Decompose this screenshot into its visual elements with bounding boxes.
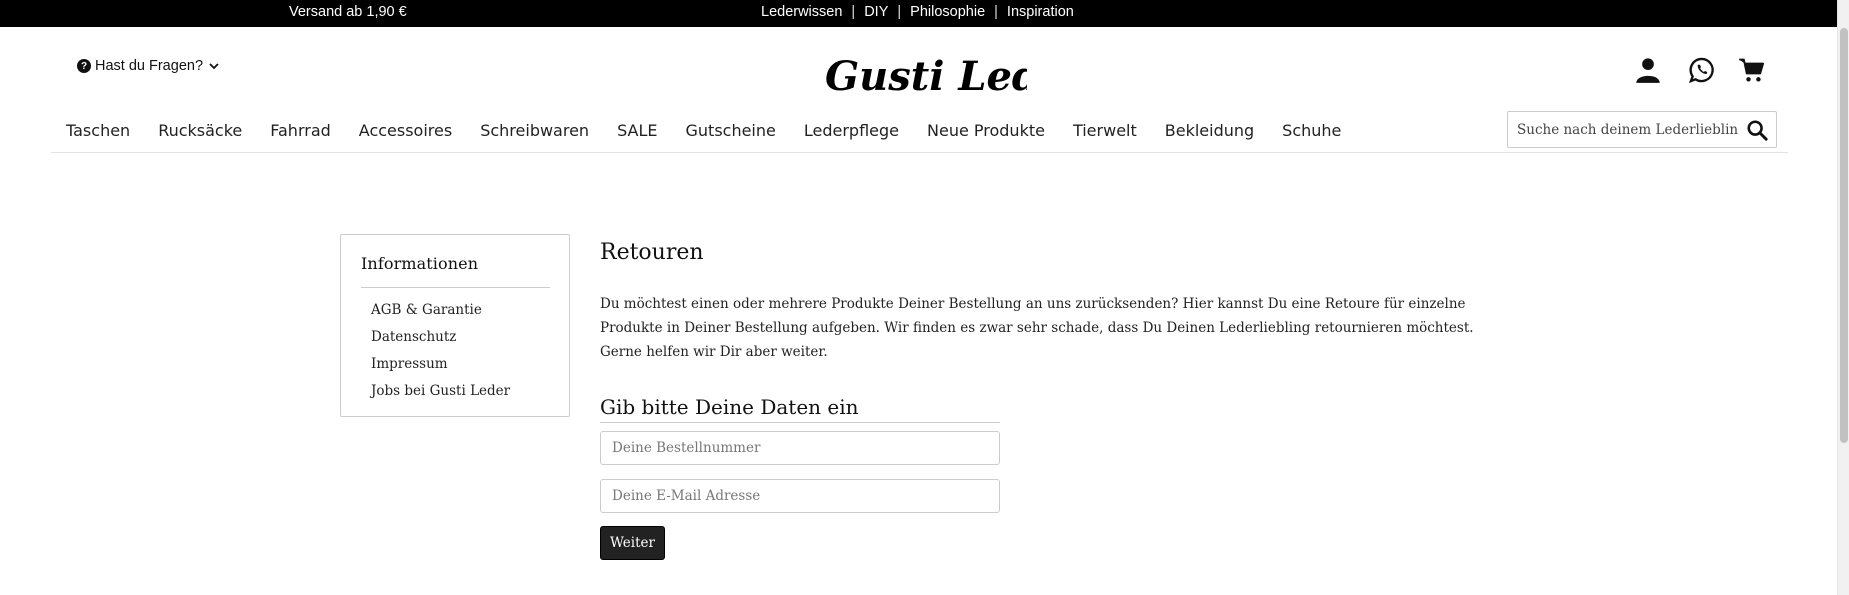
nav-item-fahrrad[interactable]: Fahrrad bbox=[270, 121, 331, 140]
sidebar-item-datenschutz[interactable]: Datenschutz bbox=[371, 324, 510, 351]
email-field bbox=[600, 479, 1000, 513]
shipping-info: Versand ab 1,90 € bbox=[289, 4, 407, 20]
info-sidebar: Informationen AGB & Garantie Datenschutz… bbox=[340, 234, 570, 417]
sidebar-item-impressum[interactable]: Impressum bbox=[371, 351, 510, 378]
whatsapp-icon[interactable] bbox=[1688, 56, 1716, 84]
nav-item-rucksaecke[interactable]: Rucksäcke bbox=[158, 121, 242, 140]
main-nav: Taschen Rucksäcke Fahrrad Accessoires Sc… bbox=[66, 121, 1341, 140]
nav-item-lederpflege[interactable]: Lederpflege bbox=[804, 121, 899, 140]
top-link-separator: | bbox=[994, 4, 998, 20]
top-link-lederwissen[interactable]: Lederwissen bbox=[761, 4, 842, 20]
top-links: Lederwissen | DIY | Philosophie | Inspir… bbox=[761, 4, 1074, 20]
nav-item-neue-produkte[interactable]: Neue Produkte bbox=[927, 121, 1045, 140]
sidebar-item-jobs[interactable]: Jobs bei Gusti Leder bbox=[371, 378, 510, 405]
page-scrollbar[interactable] bbox=[1837, 0, 1849, 595]
top-link-separator: | bbox=[851, 4, 856, 20]
top-link-inspiration[interactable]: Inspiration bbox=[1007, 4, 1074, 20]
nav-item-sale[interactable]: SALE bbox=[617, 121, 657, 140]
returns-content: Retouren Du möchtest einen oder mehrere … bbox=[600, 240, 1500, 560]
order-number-input[interactable] bbox=[601, 432, 999, 464]
sidebar-title: Informationen bbox=[361, 254, 479, 273]
search-box bbox=[1507, 111, 1777, 148]
nav-item-schreibwaren[interactable]: Schreibwaren bbox=[480, 121, 589, 140]
search-icon[interactable] bbox=[1746, 119, 1768, 141]
top-link-separator: | bbox=[897, 4, 902, 20]
nav-divider bbox=[51, 152, 1788, 153]
nav-item-taschen[interactable]: Taschen bbox=[66, 121, 130, 140]
gusti-leder-logo[interactable]: Gusti Leder bbox=[823, 46, 1027, 102]
sidebar-list: AGB & Garantie Datenschutz Impressum Job… bbox=[371, 297, 510, 405]
chevron-down-icon bbox=[207, 59, 221, 73]
sidebar-divider bbox=[361, 287, 550, 288]
nav-item-schuhe[interactable]: Schuhe bbox=[1282, 121, 1341, 140]
top-link-philosophie[interactable]: Philosophie bbox=[910, 4, 985, 20]
help-dropdown[interactable]: ? Hast du Fragen? bbox=[77, 58, 221, 74]
logo-text: Gusti Leder bbox=[825, 53, 1027, 100]
order-number-field bbox=[600, 431, 1000, 465]
scrollbar-thumb[interactable] bbox=[1840, 28, 1848, 443]
top-bar: Versand ab 1,90 € Lederwissen | DIY | Ph… bbox=[0, 0, 1849, 27]
help-label: Hast du Fragen? bbox=[95, 58, 204, 74]
form-title: Gib bitte Deine Daten ein bbox=[600, 395, 859, 419]
question-circle-icon: ? bbox=[77, 59, 91, 73]
nav-item-accessoires[interactable]: Accessoires bbox=[359, 121, 452, 140]
cart-icon[interactable] bbox=[1738, 56, 1766, 84]
continue-button[interactable]: Weiter bbox=[600, 526, 665, 560]
user-icon[interactable] bbox=[1634, 56, 1662, 84]
page-title: Retouren bbox=[600, 240, 704, 265]
sidebar-item-agb[interactable]: AGB & Garantie bbox=[371, 297, 510, 324]
returns-description: Du möchtest einen oder mehrere Produkte … bbox=[600, 296, 1474, 360]
nav-item-bekleidung[interactable]: Bekleidung bbox=[1165, 121, 1254, 140]
nav-item-gutscheine[interactable]: Gutscheine bbox=[686, 121, 776, 140]
email-input[interactable] bbox=[601, 480, 999, 512]
search-input[interactable] bbox=[1508, 112, 1738, 147]
form-title-divider bbox=[600, 422, 1000, 423]
top-link-diy[interactable]: DIY bbox=[864, 4, 888, 20]
nav-item-tierwelt[interactable]: Tierwelt bbox=[1073, 121, 1137, 140]
